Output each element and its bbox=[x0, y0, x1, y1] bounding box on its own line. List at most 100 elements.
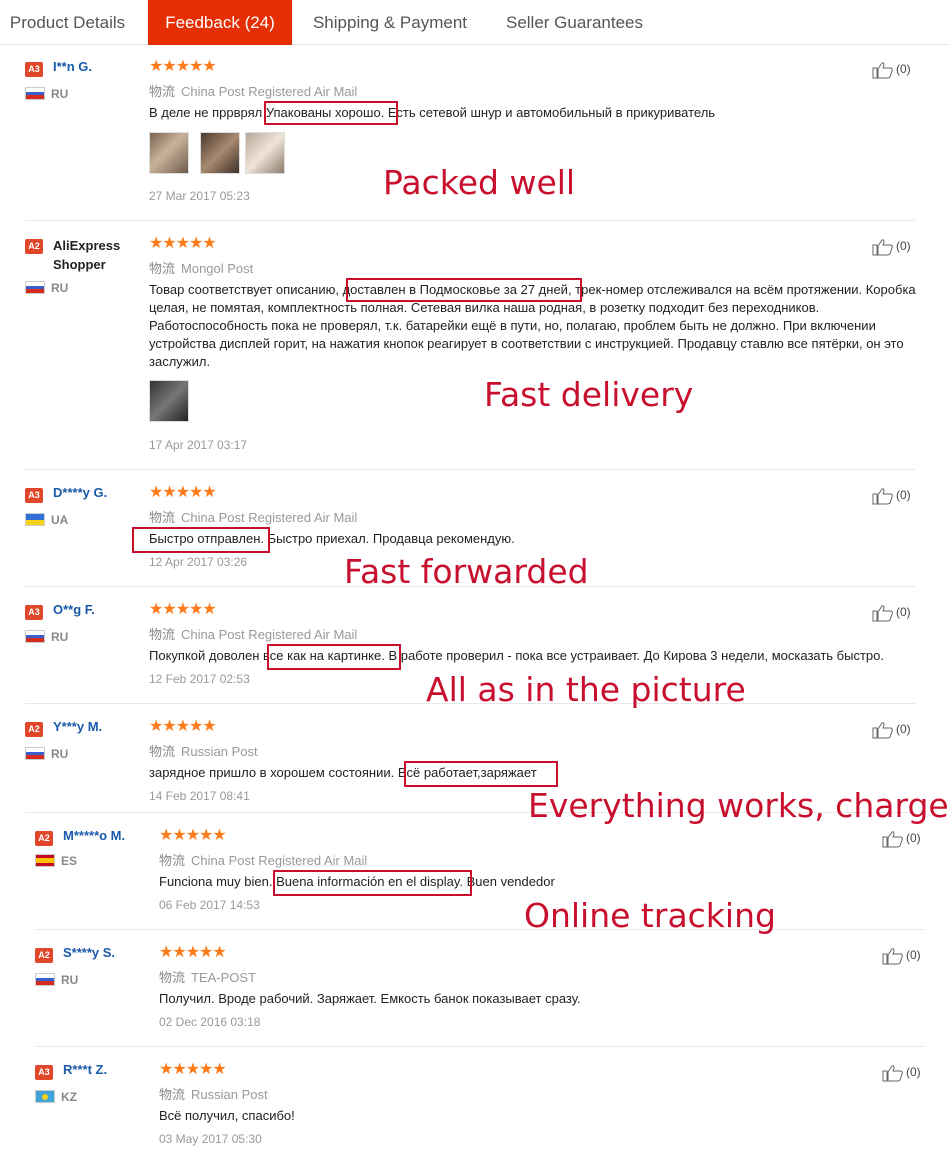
annotation-caption: All as in the picture bbox=[426, 670, 746, 709]
tab-feedback[interactable]: Feedback (24) bbox=[148, 0, 292, 45]
logistics-label: 物流 bbox=[149, 261, 176, 276]
helpful-button[interactable]: (0) bbox=[872, 61, 911, 79]
thumbs-up-icon bbox=[882, 831, 903, 848]
country-code: RU bbox=[61, 973, 79, 987]
shipping-method: 物流 China Post Registered Air Mail bbox=[159, 853, 368, 868]
annotation-caption: Everything works, charges bbox=[528, 786, 950, 825]
review-photo[interactable] bbox=[149, 132, 189, 174]
country-code: RU bbox=[51, 281, 69, 295]
buyer-name[interactable]: O**g F. bbox=[53, 602, 95, 617]
star-rating: ★★★★★ bbox=[149, 601, 217, 618]
review-date: 06 Feb 2017 14:53 bbox=[159, 898, 260, 912]
buyer-name[interactable]: M*****o M. bbox=[63, 828, 125, 843]
review-date: 03 May 2017 05:30 bbox=[159, 1132, 262, 1146]
review-text: Получил. Вроде рабочий. Заряжает. Емкост… bbox=[159, 991, 581, 1006]
review-photo[interactable] bbox=[149, 380, 189, 422]
star-rating: ★★★★★ bbox=[149, 235, 217, 252]
divider bbox=[35, 929, 925, 930]
review-date: 14 Feb 2017 08:41 bbox=[149, 789, 250, 803]
helpful-button[interactable]: (0) bbox=[872, 721, 911, 739]
helpful-button[interactable]: (0) bbox=[872, 238, 911, 256]
star-rating: ★★★★★ bbox=[149, 718, 217, 735]
thumbs-up-icon bbox=[872, 239, 893, 256]
helpful-button[interactable]: (0) bbox=[872, 487, 911, 505]
flag-ru-icon bbox=[25, 281, 45, 294]
flag-kz-icon bbox=[35, 1090, 55, 1103]
annotation-caption: Fast delivery bbox=[484, 375, 694, 414]
divider bbox=[25, 469, 915, 470]
buyer-name[interactable]: R***t Z. bbox=[63, 1062, 107, 1077]
thumbs-up-icon bbox=[872, 62, 893, 79]
shipping-method: 物流 China Post Registered Air Mail bbox=[149, 627, 358, 642]
buyer-level-badge: A3 bbox=[25, 62, 43, 77]
thumbs-up-icon bbox=[882, 1065, 903, 1082]
tab-bar: Product Details Feedback (24) Shipping &… bbox=[0, 0, 950, 45]
buyer-name[interactable]: S****y S. bbox=[63, 945, 115, 960]
logistics-label: 物流 bbox=[159, 1087, 186, 1102]
flag-es-icon bbox=[35, 854, 55, 867]
helpful-button[interactable]: (0) bbox=[872, 604, 911, 622]
buyer-name[interactable]: Y***y M. bbox=[53, 719, 102, 734]
flag-ru-icon bbox=[35, 973, 55, 986]
shipping-method: 物流 China Post Registered Air Mail bbox=[149, 84, 358, 99]
logistics-label: 物流 bbox=[149, 744, 176, 759]
thumbs-up-icon bbox=[882, 948, 903, 965]
annotation-caption: Online tracking bbox=[524, 896, 776, 935]
buyer-name[interactable]: AliExpress Shopper bbox=[53, 236, 158, 274]
review-text: Покупкой доволен все как на картинке. В … bbox=[149, 648, 885, 663]
tab-seller-guarantees[interactable]: Seller Guarantees bbox=[492, 0, 657, 45]
highlight-box bbox=[346, 278, 582, 302]
country-code: RU bbox=[51, 630, 69, 644]
buyer-level-badge: A3 bbox=[25, 488, 43, 503]
star-rating: ★★★★★ bbox=[159, 944, 227, 961]
review-text: Всё получил, спасибо! bbox=[159, 1108, 295, 1123]
country-code: ES bbox=[61, 854, 78, 868]
review-photo[interactable] bbox=[200, 132, 240, 174]
review-item: A2 M*****o M. ES ★★★★★ 物流 China Post Regi… bbox=[35, 826, 925, 930]
highlight-box bbox=[264, 101, 398, 125]
logistics-label: 物流 bbox=[159, 853, 186, 868]
shipping-method: 物流 Russian Post bbox=[159, 1087, 268, 1102]
country-code: UA bbox=[51, 513, 69, 527]
buyer-level-badge: A2 bbox=[35, 831, 53, 846]
country-code: RU bbox=[51, 747, 69, 761]
highlight-box bbox=[267, 644, 401, 670]
review-item: A3 R***t Z. KZ ★★★★★ 物流 Russian Post Всё … bbox=[35, 1060, 925, 1164]
thumbs-up-icon bbox=[872, 605, 893, 622]
thumbs-up-icon bbox=[872, 722, 893, 739]
buyer-name[interactable]: D****y G. bbox=[53, 485, 107, 500]
review-date: 12 Feb 2017 02:53 bbox=[149, 672, 250, 686]
flag-ua-icon bbox=[25, 513, 45, 526]
buyer-level-badge: A2 bbox=[25, 239, 43, 254]
shipping-method: 物流 Russian Post bbox=[149, 744, 258, 759]
tab-shipping-payment[interactable]: Shipping & Payment bbox=[300, 0, 480, 45]
buyer-name[interactable]: I**n G. bbox=[53, 59, 92, 74]
helpful-button[interactable]: (0) bbox=[882, 830, 921, 848]
country-code: KZ bbox=[61, 1090, 77, 1104]
shipping-method: 物流 Mongol Post bbox=[149, 261, 254, 276]
review-item: A2 AliExpress Shopper RU ★★★★★ 物流 Mongol … bbox=[25, 234, 916, 470]
highlight-box bbox=[404, 761, 558, 787]
logistics-label: 物流 bbox=[159, 970, 186, 985]
logistics-label: 物流 bbox=[149, 510, 176, 525]
helpful-button[interactable]: (0) bbox=[882, 947, 921, 965]
highlight-box bbox=[132, 527, 270, 553]
shipping-method: 物流 TEA-POST bbox=[159, 970, 257, 985]
star-rating: ★★★★★ bbox=[159, 827, 227, 844]
country-code: RU bbox=[51, 87, 69, 101]
flag-ru-icon bbox=[25, 87, 45, 100]
tab-product-details[interactable]: Product Details bbox=[0, 0, 135, 45]
review-date: 12 Apr 2017 03:26 bbox=[149, 555, 248, 569]
review-photo[interactable] bbox=[245, 132, 285, 174]
review-date: 27 Mar 2017 05:23 bbox=[149, 189, 250, 203]
star-rating: ★★★★★ bbox=[159, 1061, 227, 1078]
logistics-label: 物流 bbox=[149, 84, 176, 99]
review-date: 02 Dec 2016 03:18 bbox=[159, 1015, 261, 1029]
helpful-button[interactable]: (0) bbox=[882, 1064, 921, 1082]
divider bbox=[25, 220, 915, 221]
highlight-box bbox=[273, 870, 472, 896]
annotation-caption: Packed well bbox=[383, 163, 576, 202]
buyer-level-badge: A2 bbox=[25, 722, 43, 737]
logistics-label: 物流 bbox=[149, 627, 176, 642]
star-rating: ★★★★★ bbox=[149, 58, 217, 75]
